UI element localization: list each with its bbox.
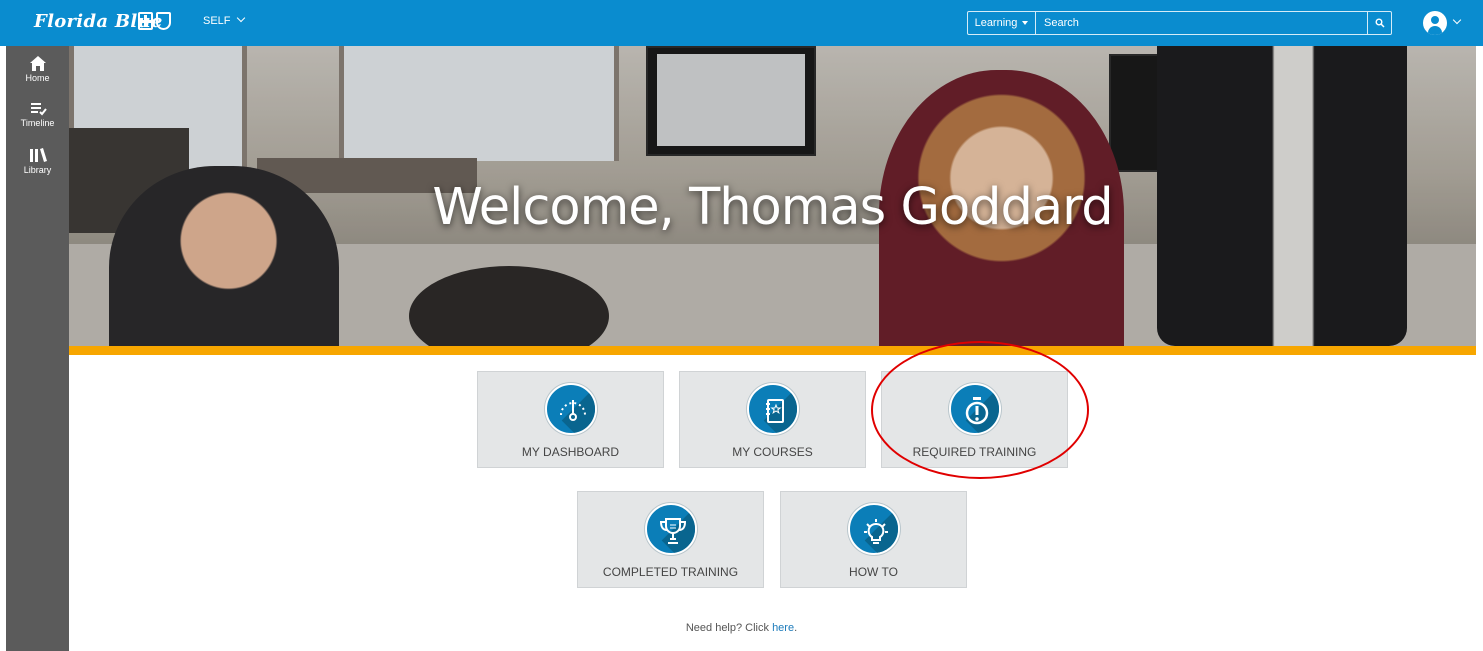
welcome-hero: Welcome, Thomas Goddard (69, 46, 1476, 346)
required-training-tile[interactable]: REQUIRED TRAINING (881, 371, 1068, 468)
help-link[interactable]: here (772, 622, 794, 634)
sidebar: Home Timeline Library (6, 46, 69, 651)
user-avatar-icon (1423, 11, 1447, 35)
top-navigation-bar: Florida Blue SELF Learning (0, 0, 1483, 46)
seated-colleague (409, 266, 609, 346)
monitor-screen (657, 54, 805, 146)
how-to-tile[interactable]: HOW TO (780, 491, 967, 588)
search-icon (1375, 18, 1385, 28)
brand-mark (138, 12, 171, 30)
tile-label: REQUIRED TRAINING (912, 445, 1037, 459)
sidebar-item-label: Timeline (20, 118, 55, 128)
shield-icon (156, 12, 171, 30)
home-icon (29, 56, 46, 71)
caret-down-icon (1022, 21, 1029, 25)
my-dashboard-tile[interactable]: MY DASHBOARD (477, 371, 664, 468)
search-scope-dropdown[interactable]: Learning (968, 12, 1036, 34)
help-prefix: Need help? Click (685, 622, 773, 634)
office-window (339, 46, 619, 161)
sidebar-item-label: Home (25, 73, 50, 83)
computer-monitor (646, 46, 816, 156)
help-text: Need help? Click here. (0, 622, 1483, 634)
search-scope-label: Learning (974, 17, 1018, 29)
sidebar-item-library[interactable]: Library (6, 147, 69, 175)
cross-icon (138, 12, 153, 30)
office-desk (69, 244, 1476, 346)
office-window (69, 46, 247, 174)
tile-label: HOW TO (849, 565, 898, 579)
sidebar-item-label: Library (23, 165, 52, 175)
search-button[interactable] (1367, 12, 1391, 34)
gauge-icon (545, 383, 597, 435)
help-suffix: . (794, 622, 798, 634)
hero-accent-bar (69, 346, 1476, 355)
trophy-icon (645, 503, 697, 555)
sidebar-item-timeline[interactable]: Timeline (6, 101, 69, 128)
sidebar-item-home[interactable]: Home (6, 55, 69, 83)
course-book-icon (747, 383, 799, 435)
my-courses-tile[interactable]: MY COURSES (679, 371, 866, 468)
lightbulb-icon (848, 503, 900, 555)
user-menu[interactable] (1423, 11, 1462, 35)
search-bar: Learning (967, 11, 1392, 35)
role-switcher[interactable]: SELF (203, 13, 245, 27)
tile-label: MY DASHBOARD (521, 445, 620, 459)
library-icon (30, 148, 47, 162)
page-title: Welcome, Thomas Goddard (432, 178, 1113, 237)
stopwatch-alert-icon (949, 383, 1001, 435)
tile-label: COMPLETED TRAINING (602, 565, 739, 579)
chevron-down-icon (236, 13, 245, 23)
search-input[interactable] (1036, 12, 1367, 34)
chevron-down-icon (1452, 15, 1462, 25)
computer-monitor (1109, 54, 1217, 172)
timeline-icon (30, 103, 47, 116)
tile-label: MY COURSES (732, 445, 813, 459)
role-label: SELF (203, 15, 231, 27)
completed-training-tile[interactable]: COMPLETED TRAINING (577, 491, 764, 588)
